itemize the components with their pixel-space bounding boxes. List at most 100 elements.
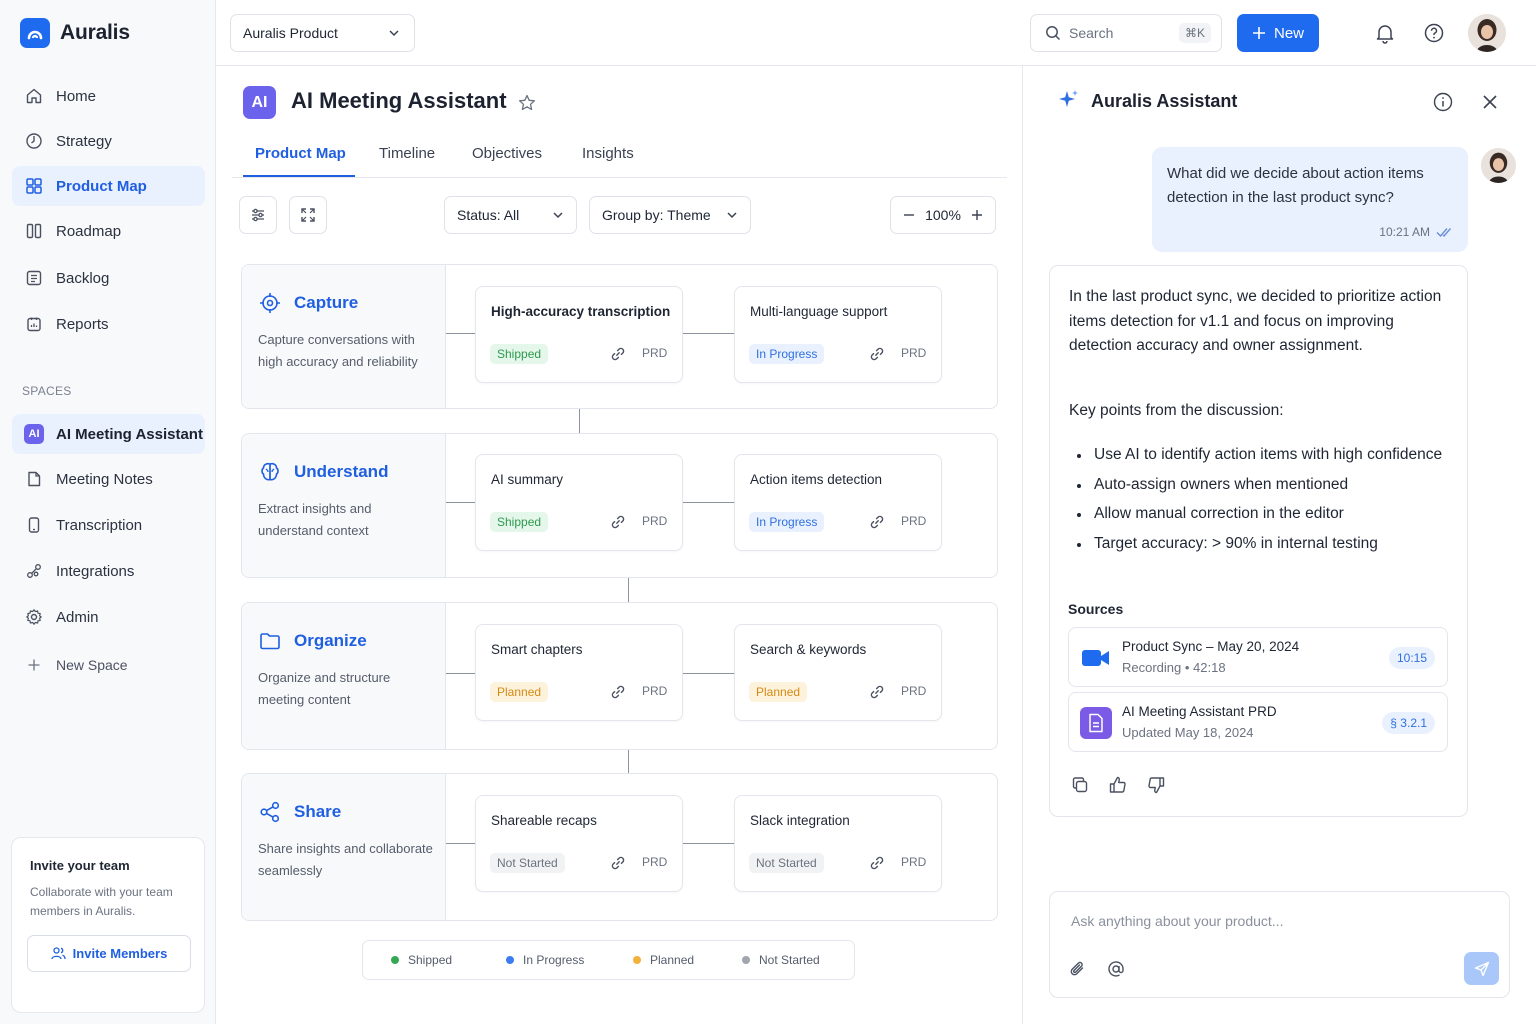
feature-card[interactable]: Multi-language support In Progress PRD [734, 286, 942, 383]
help-icon[interactable] [1423, 22, 1445, 44]
nav-label: Strategy [56, 132, 112, 150]
space-item-admin[interactable]: Admin [12, 597, 205, 637]
feature-card[interactable]: High-accuracy transcription Shipped PRD [475, 286, 683, 383]
space-item-transcription[interactable]: Transcription [12, 505, 205, 545]
status-filter-value: Status: All [457, 207, 520, 223]
feature-card[interactable]: Slack integration Not Started PRD [734, 795, 942, 892]
feature-card[interactable]: Smart chapters Planned PRD [475, 624, 683, 721]
link-icon[interactable] [610, 346, 626, 362]
prd-label[interactable]: PRD [642, 346, 667, 360]
status-badge: Not Started [490, 853, 565, 873]
link-icon[interactable] [869, 684, 885, 700]
feature-card[interactable]: Shareable recaps Not Started PRD [475, 795, 683, 892]
theme-header[interactable]: Capture Capture conversations with high … [242, 265, 446, 408]
filter-settings-button[interactable] [239, 196, 277, 234]
space-item-integrations[interactable]: Integrations [12, 551, 205, 591]
theme-header[interactable]: Understand Extract insights and understa… [242, 434, 446, 577]
status-badge: Not Started [749, 853, 824, 873]
invite-members-button[interactable]: Invite Members [27, 935, 191, 972]
info-icon[interactable] [1432, 91, 1454, 113]
tab-insights[interactable]: Insights [582, 145, 634, 162]
brand[interactable]: Auralis [20, 18, 130, 48]
send-button[interactable] [1464, 952, 1499, 985]
theme-description: Extract insights and understand context [258, 501, 372, 538]
prd-label[interactable]: PRD [642, 855, 667, 869]
chevron-down-icon [388, 27, 400, 39]
tab-timeline[interactable]: Timeline [379, 145, 435, 162]
spaces-title: SPACES [22, 384, 72, 398]
status-badge: Planned [490, 682, 549, 702]
backlog-icon [24, 268, 44, 288]
legend-item-not-started: Not Started [742, 953, 820, 967]
link-icon[interactable] [869, 346, 885, 362]
space-item-new-space[interactable]: New Space [12, 645, 205, 685]
link-icon[interactable] [869, 514, 885, 530]
tab-bar: Product Map Timeline Objectives Insights [232, 137, 1007, 178]
gear-icon [24, 607, 44, 627]
new-button[interactable]: New [1237, 14, 1319, 52]
source-item[interactable]: AI Meeting Assistant PRD Updated May 18,… [1068, 692, 1448, 752]
tab-objectives[interactable]: Objectives [472, 145, 542, 162]
theme-header[interactable]: Share Share insights and collaborate sea… [242, 774, 446, 920]
composer-input[interactable]: Ask anything about your product... [1071, 913, 1283, 929]
bell-icon[interactable] [1374, 22, 1396, 44]
mention-icon[interactable] [1106, 959, 1126, 979]
group-by-dropdown[interactable]: Group by: Theme [589, 196, 751, 234]
prd-label[interactable]: PRD [901, 346, 926, 360]
home-icon [24, 86, 44, 106]
group-by-value: Group by: Theme [602, 207, 711, 223]
link-icon[interactable] [610, 855, 626, 871]
status-badge: Shipped [490, 512, 549, 532]
copy-icon[interactable] [1070, 775, 1090, 795]
link-icon[interactable] [610, 684, 626, 700]
nav-label: Reports [56, 315, 109, 333]
source-item[interactable]: Product Sync – May 20, 2024 Recording • … [1068, 627, 1448, 687]
thumbs-up-icon[interactable] [1108, 775, 1128, 795]
nav-item-reports[interactable]: Reports [12, 304, 205, 344]
tab-product-map[interactable]: Product Map [255, 145, 346, 162]
feature-card[interactable]: AI summary Shipped PRD [475, 454, 683, 551]
feature-card[interactable]: Action items detection In Progress PRD [734, 454, 942, 551]
prd-label[interactable]: PRD [901, 855, 926, 869]
zoom-out-button[interactable] [903, 209, 915, 221]
thumbs-down-icon[interactable] [1146, 775, 1166, 795]
link-icon[interactable] [869, 855, 885, 871]
nav-item-backlog[interactable]: Backlog [12, 258, 205, 298]
plus-icon [24, 655, 44, 675]
zoom-in-button[interactable] [971, 209, 983, 221]
user-avatar[interactable] [1468, 14, 1506, 52]
nav-item-roadmap[interactable]: Roadmap [12, 211, 205, 251]
close-icon[interactable] [1480, 92, 1500, 112]
product-map-icon [24, 176, 44, 196]
folder-icon [258, 629, 282, 653]
search-input[interactable]: Search ⌘K [1030, 14, 1222, 52]
theme-row-capture: Capture Capture conversations with high … [241, 264, 998, 409]
link-icon[interactable] [610, 514, 626, 530]
feature-card[interactable]: Search & keywords Planned PRD [734, 624, 942, 721]
space-item-ai-meeting-assistant[interactable]: AI AI Meeting Assistant [12, 414, 205, 454]
fullscreen-button[interactable] [289, 196, 327, 234]
status-badge: In Progress [749, 344, 825, 364]
theme-header[interactable]: Organize Organize and structure meeting … [242, 603, 446, 749]
space-item-meeting-notes[interactable]: Meeting Notes [12, 459, 205, 499]
source-timestamp-chip[interactable]: 10:15 [1388, 647, 1435, 669]
prd-label[interactable]: PRD [642, 684, 667, 698]
user-message: What did we decide about action items de… [1167, 165, 1424, 206]
paperclip-icon[interactable] [1068, 959, 1088, 979]
feature-title: Shareable recaps [491, 813, 597, 828]
search-shortcut: ⌘K [1178, 23, 1211, 43]
nav-label: Home [56, 87, 97, 105]
prd-label[interactable]: PRD [642, 514, 667, 528]
nav-item-home[interactable]: Home [12, 76, 205, 116]
nav-item-strategy[interactable]: Strategy [12, 121, 205, 161]
chat-composer[interactable]: Ask anything about your product... [1049, 891, 1510, 998]
connector [683, 502, 734, 503]
prd-label[interactable]: PRD [901, 684, 926, 698]
nav-item-product-map[interactable]: Product Map [12, 166, 205, 206]
product-select[interactable]: Auralis Product [230, 14, 415, 52]
star-icon[interactable] [517, 93, 537, 113]
status-filter-dropdown[interactable]: Status: All [444, 196, 577, 234]
source-section-chip[interactable]: § 3.2.1 [1382, 712, 1435, 734]
chevron-down-icon [726, 209, 738, 221]
prd-label[interactable]: PRD [901, 514, 926, 528]
